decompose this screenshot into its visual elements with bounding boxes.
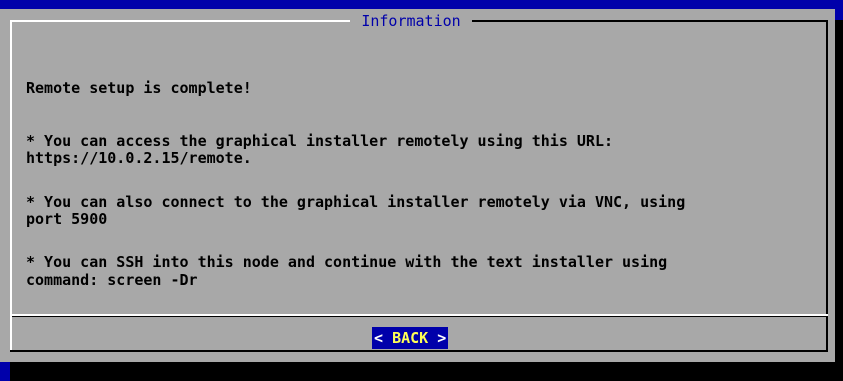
message-heading: Remote setup is complete!: [26, 79, 252, 97]
back-button-close-bracket: >: [437, 329, 447, 347]
message-bullet-2-line-1: * You can also connect to the graphical …: [26, 193, 686, 211]
back-button-label: BACK: [392, 329, 429, 347]
message-bullet-3-line-2: command: screen -Dr: [26, 271, 198, 289]
message-bullet-2-line-2: port 5900: [26, 210, 108, 228]
dialog-shadow-bottom: [10, 362, 843, 381]
frame-bottom-right: [826, 316, 828, 352]
message-bullet-1-line-2: https://10.0.2.15/remote.: [26, 149, 252, 167]
dialog-title: Information: [361, 12, 461, 30]
frame-separator-shadow: [10, 316, 828, 317]
information-dialog: Information Remote setup is complete! * …: [0, 9, 835, 362]
message-bullet-3-line-1: * You can SSH into this node and continu…: [26, 253, 668, 271]
frame-top-right: [472, 20, 828, 22]
frame-top-left: [10, 20, 350, 22]
frame-bottom-left: [10, 316, 12, 352]
back-button-open-bracket: <: [374, 329, 384, 347]
screen-background: [0, 0, 843, 9]
back-button[interactable]: < BACK >: [372, 327, 449, 349]
frame-bottom: [10, 350, 828, 352]
frame-right: [826, 20, 828, 316]
dialog-shadow-right: [835, 20, 843, 381]
frame-left: [10, 20, 12, 316]
